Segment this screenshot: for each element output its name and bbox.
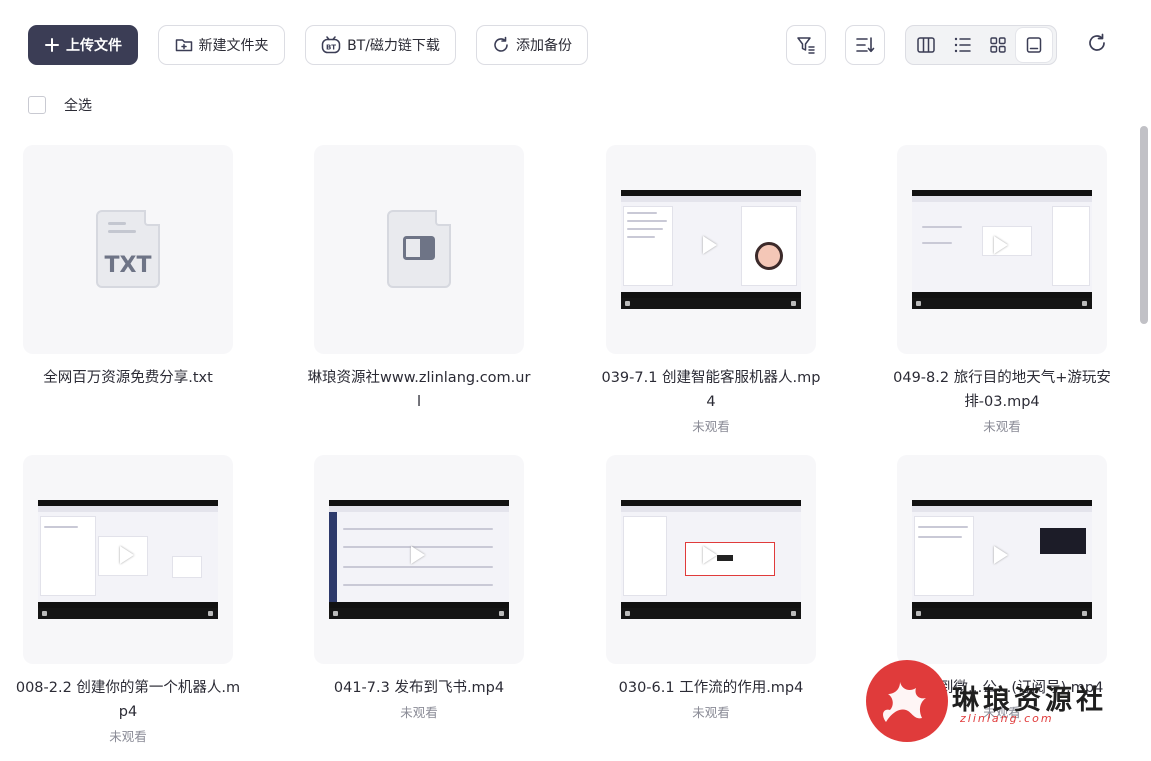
toolbar: 上传文件 新建文件夹 BT BT/磁力链下载 添加备份 [0,0,1151,90]
folder-plus-icon [175,39,192,52]
file-name[interactable]: 008-2.2 创建你的第一个机器人.mp4 [15,676,241,724]
filter-icon [797,37,815,54]
view-grid-button[interactable] [980,28,1016,62]
sync-icon [494,36,508,52]
vertical-scrollbar[interactable] [1137,90,1151,761]
add-backup-label: 添加备份 [516,38,572,54]
file-card[interactable]: 041-7.3 发布到飞书.mp4 未观看 [314,455,524,721]
bt-icon: BT [321,36,341,54]
video-preview [912,190,1092,309]
sort-button[interactable] [845,25,885,65]
file-card[interactable]: TXT 全网百万资源免费分享.txt [23,145,233,390]
thumbnail-icon [1026,37,1042,53]
file-name[interactable]: 全网百万资源免费分享.txt [15,366,241,390]
video-preview [38,500,218,619]
select-all[interactable]: 全选 [28,95,92,115]
bt-download-button[interactable]: BT BT/磁力链下载 [305,25,456,65]
file-thumbnail[interactable] [314,145,524,354]
watch-status: 未观看 [109,729,147,744]
file-name[interactable]: 030-6.1 工作流的作用.mp4 [598,676,824,700]
watch-status: 未观看 [983,419,1021,434]
file-thumbnail[interactable] [606,455,816,664]
view-columns-button[interactable] [908,28,944,62]
plus-icon [45,38,59,52]
file-thumbnail[interactable] [314,455,524,664]
bt-badge-text: BT [326,44,336,52]
txt-file-icon: TXT [96,210,160,288]
watermark-subtext: zlinlang.com [960,712,1054,725]
file-card[interactable]: 008-2.2 创建你的第一个机器人.mp4 未观看 [16,455,240,745]
list-icon [954,37,971,53]
grid-icon [990,37,1006,53]
deer-logo-icon [866,660,948,742]
file-card[interactable]: 琳琅资源社www.zlinlang.com.url [308,145,530,414]
file-name[interactable]: 琳琅资源社www.zlinlang.com.url [306,366,532,414]
file-name[interactable]: 049-8.2 旅行目的地天气+游玩安排-03.mp4 [889,366,1115,414]
columns-icon [917,37,935,53]
url-file-icon [387,210,451,288]
add-backup-button[interactable]: 添加备份 [476,25,588,65]
file-name[interactable]: 039-7.1 创建智能客服机器人.mp4 [598,366,824,414]
filter-button[interactable] [786,25,826,65]
video-preview [621,190,801,309]
bt-download-label: BT/磁力链下载 [347,38,440,54]
select-all-label: 全选 [64,98,92,114]
watch-status: 未观看 [692,419,730,434]
file-thumbnail[interactable] [23,455,233,664]
new-folder-label: 新建文件夹 [198,38,269,54]
txt-icon-label: TXT [104,253,152,278]
file-card[interactable]: 030-6.1 工作流的作用.mp4 未观看 [606,455,816,721]
file-thumbnail[interactable] [897,145,1107,354]
video-preview [912,500,1092,619]
refresh-icon [1089,33,1105,51]
view-list-button[interactable] [944,28,980,62]
upload-button[interactable]: 上传文件 [28,25,138,65]
select-all-checkbox[interactable] [28,96,46,114]
file-thumbnail[interactable] [606,145,816,354]
watch-status: 未观看 [692,705,730,720]
scrollbar-thumb[interactable] [1140,126,1148,324]
view-thumbnail-button[interactable] [1016,28,1052,62]
new-folder-button[interactable]: 新建文件夹 [158,25,285,65]
sort-icon [856,37,875,53]
file-thumbnail[interactable]: TXT [23,145,233,354]
file-card[interactable]: 049-8.2 旅行目的地天气+游玩安排-03.mp4 未观看 [893,145,1111,435]
watch-status: 未观看 [400,705,438,720]
upload-label: 上传文件 [66,38,122,54]
refresh-button[interactable] [1086,32,1110,56]
file-thumbnail[interactable] [897,455,1107,664]
view-switcher [905,25,1057,65]
file-name[interactable]: 041-7.3 发布到飞书.mp4 [306,676,532,700]
file-card[interactable]: 039-7.1 创建智能客服机器人.mp4 未观看 [601,145,821,435]
video-preview [329,500,509,619]
video-preview [621,500,801,619]
watermark-logo: 琳琅资源社 zlinlang.com [862,658,1130,748]
